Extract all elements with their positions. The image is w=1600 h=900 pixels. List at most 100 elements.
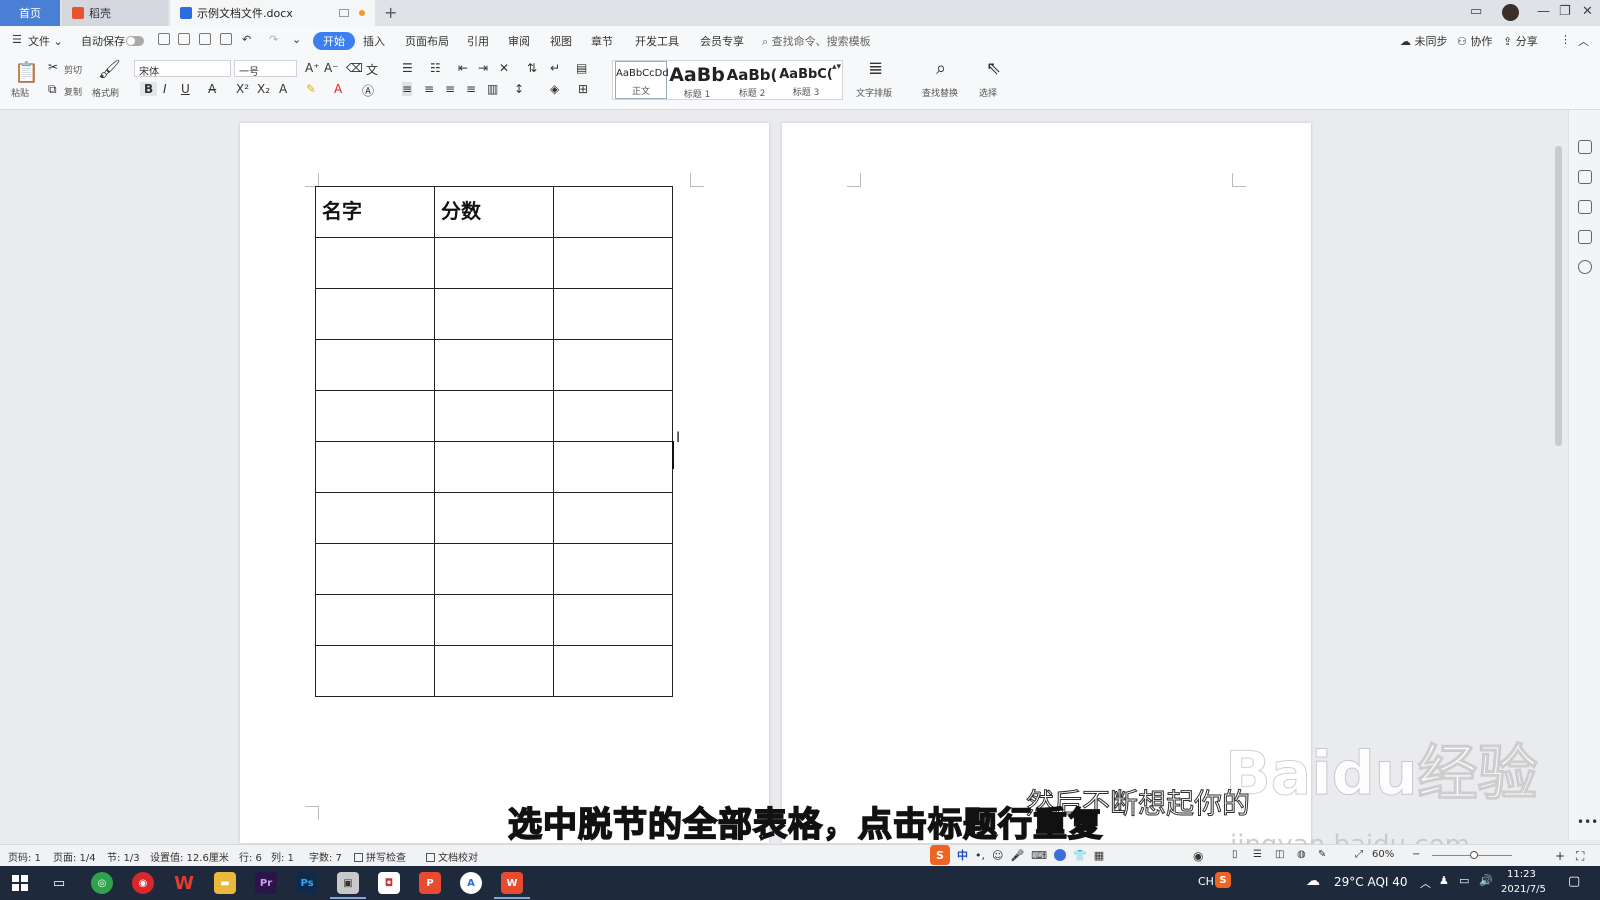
- print-icon[interactable]: [199, 33, 211, 45]
- netease-music-app-icon[interactable]: ◉: [132, 872, 154, 894]
- table-cell[interactable]: [553, 237, 673, 289]
- menu-tab-start[interactable]: 开始: [313, 32, 355, 50]
- table-cell[interactable]: [315, 288, 435, 340]
- more-icon[interactable]: ⋮: [1560, 33, 1571, 46]
- table-cell[interactable]: [434, 237, 554, 289]
- close-button[interactable]: ✕: [1582, 4, 1593, 19]
- table-cell[interactable]: [315, 237, 435, 289]
- web-view-icon[interactable]: ◫: [1275, 849, 1284, 860]
- export-icon[interactable]: [178, 33, 190, 45]
- vertical-scrollbar[interactable]: [1553, 118, 1563, 833]
- align-left-icon[interactable]: ≡: [402, 82, 413, 96]
- office-app-icon[interactable]: ◘: [378, 872, 400, 894]
- pointer-icon[interactable]: [1578, 200, 1592, 214]
- undo-icon[interactable]: ↶: [242, 33, 251, 46]
- sogou-tray-icon[interactable]: S: [1215, 872, 1231, 888]
- menu-tab-member[interactable]: 会员专享: [700, 33, 744, 49]
- weather-status[interactable]: 29°C AQI 40: [1334, 875, 1408, 889]
- help-icon[interactable]: [1578, 260, 1592, 274]
- minimize-button[interactable]: —: [1537, 4, 1550, 19]
- volume-icon[interactable]: 🔊: [1479, 874, 1493, 887]
- zoom-slider-thumb[interactable]: [1470, 851, 1478, 859]
- qq-tray-icon[interactable]: ♟: [1439, 874, 1449, 887]
- ime-emoji-icon[interactable]: ☺: [992, 849, 1003, 862]
- phonetic-guide-icon[interactable]: 文: [366, 61, 378, 78]
- style-panel-icon[interactable]: [1578, 140, 1592, 154]
- photoshop-app-icon[interactable]: Ps: [296, 872, 318, 894]
- paste-icon[interactable]: 📋: [14, 60, 39, 84]
- char-border-icon[interactable]: Ⓐ: [362, 82, 374, 99]
- table-cell[interactable]: [315, 645, 435, 697]
- ime-keyboard-icon[interactable]: ⌨: [1031, 849, 1047, 862]
- notification-icon[interactable]: ▢: [1568, 874, 1580, 889]
- new-tab-button[interactable]: +: [384, 3, 397, 22]
- ime-punct-icon[interactable]: •,: [975, 849, 985, 862]
- fullscreen-icon[interactable]: ⛶: [1576, 849, 1584, 864]
- line-spacing-icon[interactable]: ↕: [514, 82, 524, 96]
- text-layout-icon[interactable]: ≣: [868, 58, 883, 79]
- table-cell[interactable]: [434, 594, 554, 646]
- font-size-select[interactable]: 一号: [234, 60, 297, 78]
- premiere-app-icon[interactable]: Pr: [255, 872, 277, 894]
- table-cell-score[interactable]: 分数: [434, 186, 554, 238]
- style-heading-2[interactable]: AaBb( 标题 2: [725, 61, 779, 99]
- status-section[interactable]: 节: 1/3: [107, 849, 140, 864]
- restore-button[interactable]: ❐: [1559, 4, 1571, 19]
- wps-app-icon[interactable]: W: [173, 872, 195, 894]
- customize-quick-access-icon[interactable]: ⌄: [292, 33, 301, 46]
- save-icon[interactable]: [158, 33, 170, 45]
- font-name-select[interactable]: 宋体: [134, 60, 231, 78]
- zoom-out-button[interactable]: −: [1412, 849, 1420, 860]
- capture-app-icon[interactable]: ▣: [337, 872, 359, 894]
- table-cell[interactable]: [434, 543, 554, 595]
- table-cell[interactable]: [553, 543, 673, 595]
- copy-icon[interactable]: ⧉: [48, 82, 57, 97]
- tab-daoke[interactable]: 稻壳: [62, 0, 168, 26]
- justify-icon[interactable]: ≡: [466, 82, 476, 96]
- doc-proof-button[interactable]: 文档校对: [426, 849, 478, 864]
- status-setting[interactable]: 设置值: 12.6厘米: [150, 849, 229, 864]
- table-cell-empty[interactable]: [553, 186, 673, 238]
- table-cell[interactable]: [315, 390, 435, 442]
- table-cell[interactable]: [434, 288, 554, 340]
- ime-chinese-mode[interactable]: 中: [957, 847, 968, 863]
- increase-font-icon[interactable]: A⁺: [305, 61, 320, 75]
- align-right-icon[interactable]: ≡: [445, 82, 455, 96]
- table-cell[interactable]: [315, 339, 435, 391]
- table-cell[interactable]: [434, 492, 554, 544]
- subscript-icon[interactable]: X₂: [257, 82, 270, 96]
- ime-toolbox-icon[interactable]: ▦: [1094, 849, 1104, 862]
- status-row[interactable]: 行: 6: [239, 849, 262, 864]
- decrease-indent-icon[interactable]: ⇤: [458, 61, 468, 75]
- table-cell[interactable]: [553, 645, 673, 697]
- clock-time[interactable]: 11:23: [1507, 869, 1536, 880]
- find-replace-icon[interactable]: ⌕: [936, 58, 946, 79]
- menu-tab-layout[interactable]: 页面布局: [405, 33, 449, 49]
- select-cursor-icon[interactable]: ⇖: [986, 58, 1001, 79]
- print-preview-icon[interactable]: [220, 33, 232, 45]
- table-cell[interactable]: [434, 390, 554, 442]
- styles-scroll-icon[interactable]: ▴▾: [832, 62, 841, 72]
- strikethrough-icon[interactable]: A̶: [208, 82, 216, 96]
- fit-page-icon[interactable]: ⤢: [1355, 849, 1363, 860]
- collaborate-button[interactable]: ⚇ 协作: [1457, 33, 1492, 49]
- table-cell-name[interactable]: 名字: [315, 186, 435, 238]
- spell-check-button[interactable]: 拼写检查: [354, 849, 406, 864]
- numbered-list-icon[interactable]: ☷: [430, 61, 441, 75]
- table-cell[interactable]: [315, 594, 435, 646]
- shading-icon[interactable]: ◈: [550, 82, 559, 96]
- italic-button[interactable]: I: [163, 82, 167, 96]
- menu-tab-developer[interactable]: 开发工具: [635, 33, 679, 49]
- underline-button[interactable]: U: [181, 82, 190, 96]
- align-center-icon[interactable]: ≡: [424, 82, 434, 96]
- layout-toggle-icon[interactable]: ▭: [1470, 4, 1482, 19]
- format-painter-icon[interactable]: 🖌: [98, 59, 121, 80]
- table-cell[interactable]: [315, 543, 435, 595]
- table-cell[interactable]: [315, 441, 435, 493]
- sync-status[interactable]: ☁ 未同步: [1400, 33, 1448, 49]
- share-button[interactable]: ⇪ 分享: [1503, 33, 1538, 49]
- menu-tab-review[interactable]: 审阅: [508, 33, 530, 49]
- command-search[interactable]: ⌕ 查找命令、搜索模板: [762, 33, 871, 49]
- write-view-icon[interactable]: ✎: [1318, 849, 1326, 860]
- menu-file[interactable]: 文件 ⌄: [28, 33, 63, 49]
